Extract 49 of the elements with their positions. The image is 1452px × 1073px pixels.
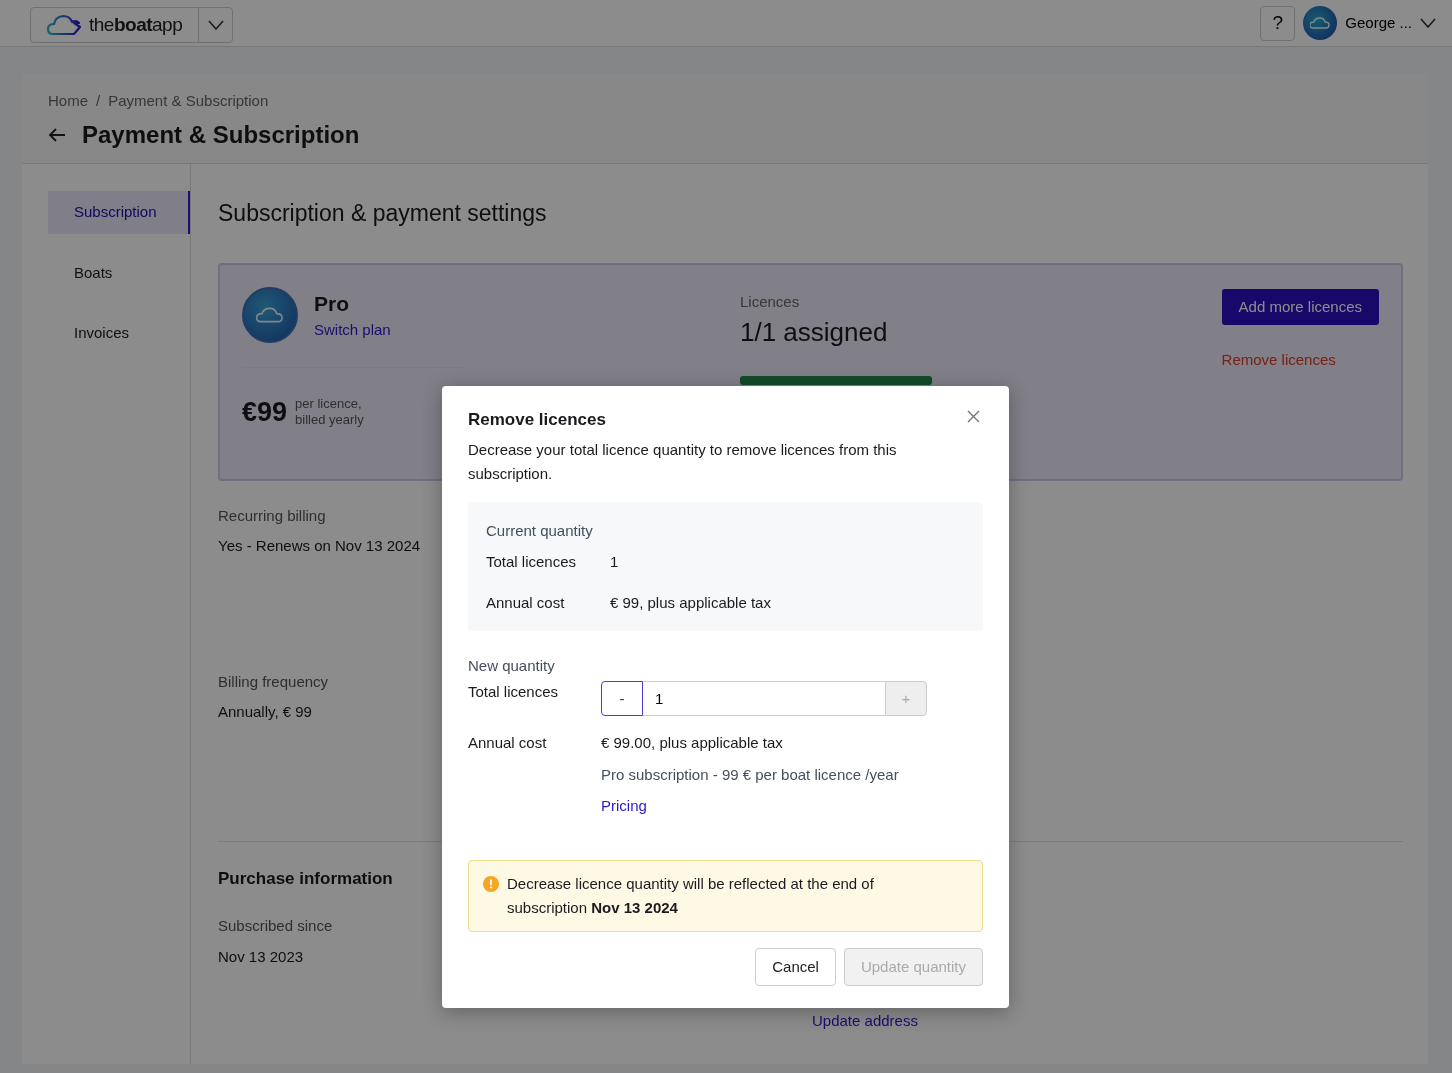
detail-label: Recurring billing [218, 505, 326, 526]
detail-value: Yes - Renews on Nov 13 2024 [218, 536, 421, 557]
price-note: per licence, billed yearly [295, 396, 364, 428]
quantity-field[interactable]: 1 [643, 681, 885, 717]
field-label: Total licences [486, 551, 578, 572]
field-value: € 99.00, plus applicable tax [601, 733, 783, 754]
cancel-button[interactable]: Cancel [755, 947, 836, 987]
user-menu[interactable]: George ... [1303, 6, 1436, 40]
chevron-down-icon [1420, 18, 1436, 28]
licences-label: Licences [740, 291, 801, 312]
breadcrumb-link[interactable]: Home [48, 90, 88, 113]
sidebar-item[interactable]: Boats [48, 251, 190, 295]
pricing-link[interactable]: Pricing [601, 795, 647, 818]
plan-name: Pro [314, 290, 350, 317]
section-heading: New quantity [468, 655, 556, 676]
sidebar-item[interactable]: Invoices [48, 312, 190, 355]
section-heading: Purchase information [218, 867, 393, 890]
chevron-down-icon [207, 20, 224, 30]
plan-price: €99 [242, 395, 288, 429]
add-licences-button[interactable]: Add more licences [1221, 288, 1379, 326]
decrease-button[interactable]: - [601, 681, 643, 717]
modal-description: Decrease your total licence quantity to remove licences from this subscription. [468, 440, 898, 485]
field-label: Annual cost [468, 733, 548, 754]
detail-label: Billing frequency [218, 671, 329, 692]
sidebar-item[interactable]: Subscription [48, 191, 190, 234]
field-value: € 99, plus applicable tax [610, 593, 771, 614]
field-value: 1 [610, 551, 619, 572]
detail-label: Subscribed since [218, 916, 333, 937]
field-label: Total licences [468, 682, 560, 703]
detail-value: Nov 13 2023 [218, 946, 304, 967]
detail-value: Annually, € 99 [218, 702, 312, 723]
modal-title: Remove licences [468, 410, 606, 431]
back-arrow-icon[interactable] [48, 126, 66, 143]
licences-value: 1/1 assigned [740, 316, 889, 350]
breadcrumb-separator: / [96, 91, 101, 111]
logo-text: theboatapp [89, 12, 183, 37]
avatar-icon [1303, 6, 1338, 40]
field-label: Annual cost [486, 593, 566, 614]
switch-plan-link[interactable]: Switch plan [314, 321, 391, 339]
warning-text: Decrease licence quantity will be reflected at the end of subscription Nov 13 2024 [507, 873, 875, 918]
help-button[interactable]: ? [1260, 5, 1296, 41]
section-title: Subscription & payment settings [218, 199, 548, 229]
plan-logo-icon [242, 286, 298, 343]
breadcrumb-link[interactable]: Payment & Subscription [108, 90, 269, 113]
update-address-link[interactable]: Update address [812, 1009, 918, 1033]
page-title: Payment & Subscription [82, 120, 360, 150]
warning-icon [483, 875, 499, 892]
pricing-note: Pro subscription - 99 € per boat licence /year [601, 764, 899, 785]
panel-heading: Current quantity [486, 521, 594, 542]
